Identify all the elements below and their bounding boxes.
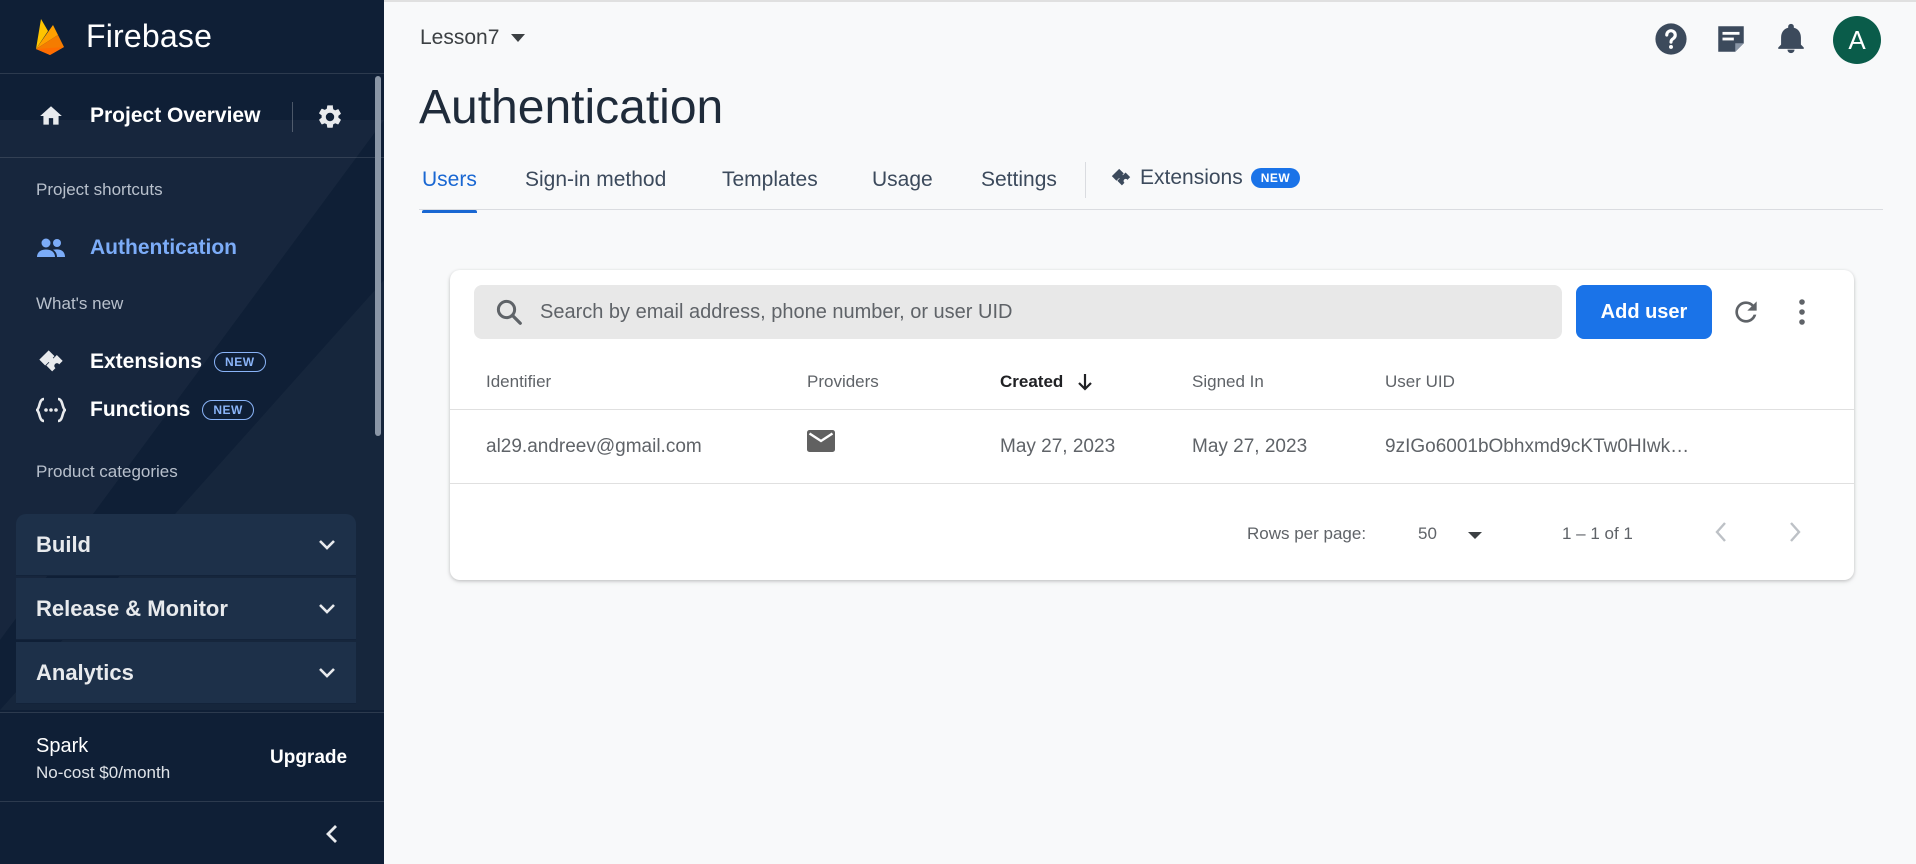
tab-users[interactable]: Users (422, 168, 477, 213)
cell-signed-in: May 27, 2023 (1192, 436, 1308, 457)
tab-bar: Users Sign-in method Templates Usage Set… (419, 162, 1883, 213)
category-label: Analytics (36, 659, 134, 685)
sidebar-item-extensions[interactable]: Extensions NEW (0, 340, 374, 384)
section-label-categories: Product categories (36, 462, 178, 481)
tab-usage[interactable]: Usage (872, 168, 933, 206)
billing-plan: Spark No-cost $0/month Upgrade (0, 712, 384, 802)
section-label-shortcuts: Project shortcuts (36, 180, 163, 199)
sidebar-item-label: Authentication (90, 236, 237, 259)
home-icon (40, 105, 62, 125)
column-header-label: Created (1000, 372, 1064, 391)
more-vert-icon[interactable] (1796, 296, 1808, 328)
search-input[interactable] (540, 300, 1520, 324)
plan-name: Spark (36, 735, 89, 757)
rows-per-page-label: Rows per page: (1247, 524, 1367, 543)
functions-icon (36, 395, 66, 425)
sidebar-item-label: Extensions (90, 350, 203, 373)
rows-per-page-select[interactable]: 50 (1418, 524, 1437, 544)
tab-settings[interactable]: Settings (981, 168, 1057, 206)
project-overview-link[interactable]: Project Overview (90, 104, 260, 128)
new-badge: NEW (214, 352, 266, 372)
tab-label: Extensions (1140, 166, 1243, 189)
tab-templates[interactable]: Templates (722, 168, 818, 206)
users-icon (36, 233, 66, 263)
puzzle-icon (36, 347, 66, 377)
table-header: Identifier Providers Created Signed In U… (450, 356, 1854, 410)
sidebar: Firebase Project Overview Project shortc… (0, 0, 384, 864)
puzzle-icon (1111, 168, 1131, 186)
column-header-providers[interactable]: Providers (807, 372, 879, 392)
tab-extensions[interactable]: Extensions NEW (1110, 166, 1301, 190)
sidebar-item-authentication[interactable]: Authentication (0, 226, 374, 270)
refresh-icon[interactable] (1730, 296, 1762, 328)
search-bar (474, 285, 1562, 339)
project-overview-row: Project Overview (0, 74, 384, 158)
sidebar-item-functions[interactable]: Functions NEW (0, 388, 374, 432)
brand-name: Firebase (86, 18, 213, 54)
add-user-button[interactable]: Add user (1576, 285, 1712, 339)
collapse-sidebar-icon[interactable] (322, 822, 342, 846)
category-build[interactable]: Build (16, 514, 356, 576)
page-range: 1 – 1 of 1 (1562, 524, 1633, 543)
chevron-down-icon (319, 667, 335, 678)
tab-sign-in-method[interactable]: Sign-in method (525, 168, 666, 206)
gear-icon[interactable] (316, 103, 344, 131)
category-label: Release & Monitor (36, 595, 228, 621)
firebase-logo-icon (36, 18, 64, 55)
column-header-signed-in[interactable]: Signed In (1192, 372, 1264, 392)
category-analytics[interactable]: Analytics (16, 642, 356, 704)
column-header-created[interactable]: Created (1000, 372, 1093, 392)
users-card: Add user Identifier Providers Created Si… (450, 270, 1854, 580)
column-header-identifier[interactable]: Identifier (486, 372, 551, 392)
cell-created: May 27, 2023 (1000, 436, 1116, 457)
section-label-whats-new: What's new (36, 294, 124, 313)
sidebar-scrollbar[interactable] (375, 76, 381, 436)
pagination: Rows per page: 50 1 – 1 of 1 (450, 484, 1854, 580)
notifications-icon[interactable] (1774, 22, 1808, 56)
project-selector[interactable]: Lesson7 (420, 26, 526, 50)
top-bar: Lesson7 A (384, 0, 1916, 76)
category-label: Build (36, 531, 91, 557)
new-badge: NEW (1250, 168, 1301, 188)
table-row[interactable]: al29.andreev@gmail.com May 27, 2023 May … (450, 410, 1854, 484)
chevron-left-icon[interactable] (1714, 520, 1728, 544)
caret-down-icon (511, 34, 526, 42)
email-icon (807, 430, 835, 452)
chevron-down-icon (319, 539, 335, 550)
sidebar-item-label: Functions (90, 398, 191, 421)
category-release-monitor[interactable]: Release & Monitor (16, 578, 356, 640)
cell-user-uid: 9zIGo6001bObhxmd9cKTw0HIwk… (1385, 436, 1690, 457)
new-badge: NEW (202, 400, 254, 420)
help-icon[interactable] (1654, 22, 1688, 56)
chevron-down-icon (319, 603, 335, 614)
avatar[interactable]: A (1833, 16, 1881, 64)
search-icon (496, 299, 522, 325)
tab-divider (1085, 162, 1086, 198)
firebase-home-link[interactable]: Firebase (0, 0, 384, 74)
arrow-down-icon (1078, 374, 1093, 391)
column-header-user-uid[interactable]: User UID (1385, 372, 1455, 392)
divider (292, 102, 293, 132)
chevron-right-icon[interactable] (1788, 520, 1802, 544)
upgrade-button[interactable]: Upgrade (270, 747, 347, 769)
page-title: Authentication (419, 81, 724, 134)
release-notes-icon[interactable] (1714, 22, 1748, 56)
caret-down-icon[interactable] (1468, 532, 1482, 539)
project-name: Lesson7 (420, 26, 500, 49)
cell-identifier: al29.andreev@gmail.com (486, 436, 702, 457)
plan-cost: No-cost $0/month (36, 763, 171, 782)
